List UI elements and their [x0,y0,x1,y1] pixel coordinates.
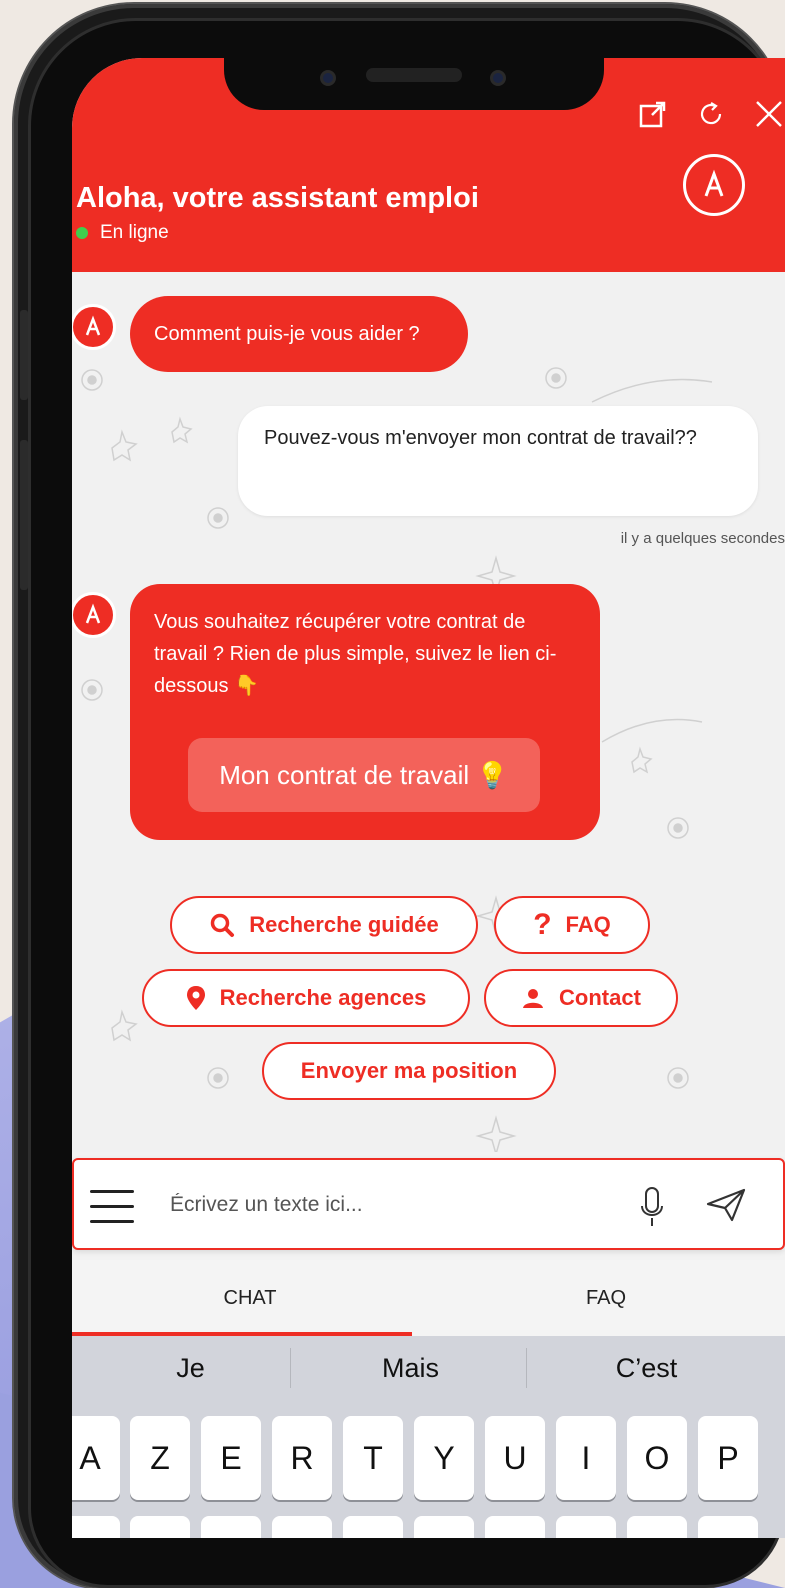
key[interactable] [485,1516,545,1538]
user-message: Pouvez-vous m'envoyer mon contrat de tra… [238,406,758,516]
key[interactable] [343,1516,403,1538]
phone-side-button [20,310,28,400]
key[interactable] [272,1516,332,1538]
key[interactable] [72,1516,120,1538]
message-text: Comment puis-je vous aider ? [154,323,420,345]
quick-reply-faq[interactable]: ? FAQ [494,896,650,954]
key[interactable] [627,1516,687,1538]
message-timestamp: il y a quelques secondes [620,530,785,547]
online-dot-icon [76,227,88,239]
person-icon [523,989,544,1008]
quick-reply-send-position[interactable]: Envoyer ma position [262,1042,556,1100]
speaker-grille [366,68,462,82]
phone-notch [224,58,604,110]
key[interactable] [130,1516,190,1538]
keyboard-suggestion[interactable]: Je [72,1336,309,1400]
camera-icon [320,70,336,86]
contract-link-button[interactable]: Mon contrat de travail 💡 [188,738,540,812]
search-icon [210,913,235,937]
tab-chat[interactable]: CHAT [72,1260,428,1336]
quick-reply-label: Envoyer ma position [300,1058,518,1083]
chat-header: Aloha, votre assistant emploi En ligne [72,58,785,272]
chat-area[interactable]: Comment puis-je vous aider ? Pouvez-vous… [72,272,785,1152]
question-icon: ? [533,908,552,941]
key[interactable] [556,1516,616,1538]
microphone-icon[interactable] [640,1186,664,1233]
quick-reply-contact[interactable]: Contact [484,969,678,1027]
quick-reply-label: Contact [559,985,641,1010]
bot-message: Vous souhaitez récupérer votre contrat d… [130,584,600,840]
key[interactable]: Z [130,1416,190,1500]
key[interactable]: T [343,1416,403,1500]
menu-icon[interactable] [90,1190,134,1224]
keyboard: Je Mais C’est A Z E R T Y U I O P [72,1336,785,1538]
keyboard-suggestion[interactable]: C’est [528,1336,765,1400]
message-composer [72,1158,785,1250]
key[interactable] [698,1516,758,1538]
tab-faq[interactable]: FAQ [428,1260,784,1336]
quick-reply-label: Recherche agences [219,985,427,1010]
message-text: Vous souhaitez récupérer votre contrat d… [154,611,557,697]
key[interactable]: R [272,1416,332,1500]
refresh-icon[interactable] [695,98,727,130]
key[interactable]: U [485,1416,545,1500]
phone-volume-button [20,440,28,590]
keyboard-suggestion[interactable]: Mais [292,1336,529,1400]
quick-reply-label: Recherche guidée [249,912,439,937]
sensor-icon [490,70,506,86]
brand-logo-icon [683,154,745,216]
key[interactable]: E [201,1416,261,1500]
quick-reply-label: FAQ [565,912,611,937]
bottom-tabs: CHAT FAQ [72,1260,785,1336]
key[interactable]: I [556,1416,616,1500]
quick-reply-agency-search[interactable]: Recherche agences [142,969,470,1027]
message-text: Pouvez-vous m'envoyer mon contrat de tra… [264,427,697,449]
key[interactable]: O [627,1416,687,1500]
online-status: En ligne [76,222,169,244]
status-label: En ligne [100,222,169,243]
external-link-icon[interactable] [637,98,669,130]
suggestion-divider [290,1348,291,1388]
key[interactable]: P [698,1416,758,1500]
bot-avatar-icon [72,304,116,350]
chat-title: Aloha, votre assistant emploi [76,182,479,214]
header-actions [637,98,785,130]
key[interactable] [201,1516,261,1538]
quick-reply-guided-search[interactable]: Recherche guidée [170,896,478,954]
key[interactable] [414,1516,474,1538]
suggestion-divider [526,1348,527,1388]
bot-message: Comment puis-je vous aider ? [130,296,468,372]
bot-avatar-icon [72,592,116,638]
send-icon[interactable] [706,1188,746,1227]
close-icon[interactable] [753,98,785,130]
app-screen: Aloha, votre assistant emploi En ligne C… [72,58,785,1538]
message-input[interactable] [170,1182,610,1228]
key[interactable]: Y [414,1416,474,1500]
key[interactable]: A [72,1416,120,1500]
location-pin-icon [186,986,205,1010]
